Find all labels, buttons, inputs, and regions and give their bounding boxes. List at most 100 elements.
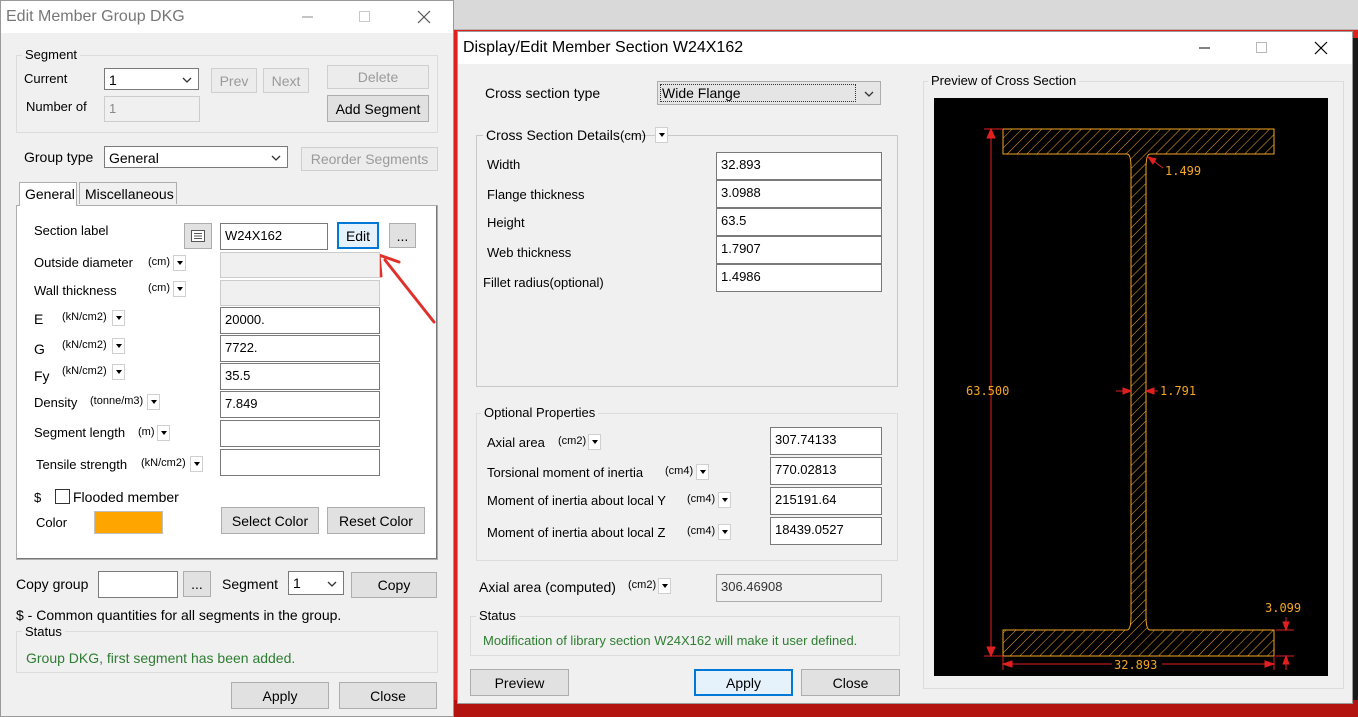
cross-section-type-select[interactable]: Wide Flange [657,81,881,105]
cross-section-details-unit-dropdown[interactable] [655,127,668,143]
section-browse-button[interactable]: ... [389,223,416,248]
fillet-radius-field[interactable]: 1.4986 [716,264,882,292]
width-label: Width [487,157,521,172]
preview-button[interactable]: Preview [470,669,569,696]
reset-color-button[interactable]: Reset Color [327,507,425,534]
cross-section-preview: 63.500 1.791 1.499 3.099 32.893 [934,98,1328,676]
cross-section-details-label: Cross Section Details [483,127,623,143]
delete-button[interactable]: Delete [327,65,429,89]
select-color-button[interactable]: Select Color [221,507,319,534]
close-window-button[interactable] [401,1,447,33]
inertia-z-field[interactable]: 18439.0527 [770,517,882,545]
density-unit: (tonne/m3) [90,395,144,407]
common-quantities-note: $ - Common quantities for all segments i… [16,607,342,623]
maximize-button[interactable] [1239,32,1285,64]
flooded-member-label: Flooded member [73,489,179,505]
inertia-z-unit-dropdown[interactable] [718,524,731,540]
common-quantity-marker: $ [34,490,42,505]
outside-diameter-unit-dropdown[interactable] [173,255,186,271]
next-button[interactable]: Next [263,68,309,93]
flange-dimension [1276,617,1294,670]
close-button[interactable]: Close [339,682,437,709]
status-message: Group DKG, first segment has been added. [26,650,296,666]
inertia-z-label: Moment of inertia about local Z [487,525,666,540]
axial-area-field[interactable]: 307.74133 [770,427,882,455]
group-type-select[interactable]: General [104,146,288,168]
outside-diameter-label: Outside diameter [34,255,133,270]
height-field[interactable]: 63.5 [716,208,882,236]
e-field[interactable]: 20000. [220,307,380,334]
copy-group-browse-button[interactable]: ... [183,571,211,597]
minimize-icon [302,16,313,18]
color-swatch [94,511,163,534]
section-list-button[interactable] [184,223,212,249]
inertia-y-unit-dropdown[interactable] [718,492,731,508]
wall-thickness-unit-dropdown[interactable] [173,281,186,297]
title-bar: Edit Member Group DKG [1,1,453,33]
web-thickness-label: Web thickness [487,245,572,260]
flange-thickness-field[interactable]: 3.0988 [716,180,882,208]
apply-button[interactable]: Apply [231,682,329,709]
add-segment-button[interactable]: Add Segment [327,95,429,122]
maximize-button[interactable] [342,1,388,33]
tab-miscellaneous[interactable]: Miscellaneous [79,182,177,204]
inertia-y-unit: (cm4) [687,493,716,505]
torsional-inertia-unit-dropdown[interactable] [696,464,709,480]
tab-general[interactable]: General [19,182,77,206]
minimize-button[interactable] [1182,32,1228,64]
axial-area-unit: (cm2) [558,435,587,447]
g-field[interactable]: 7722. [220,335,380,362]
flange-thickness-label: Flange thickness [487,187,585,202]
width-field[interactable]: 32.893 [716,152,882,180]
web-thickness-field[interactable]: 1.7907 [716,236,882,264]
edit-section-button[interactable]: Edit [337,222,379,249]
fillet-dimension-label: 1.499 [1165,164,1201,178]
prev-button[interactable]: Prev [211,68,257,93]
fy-unit: (kN/cm2) [62,365,107,377]
minimize-button[interactable] [285,1,331,33]
segment-length-unit-dropdown[interactable] [157,425,170,441]
close-window-button[interactable] [1298,32,1344,64]
density-unit-dropdown[interactable] [147,394,160,410]
current-segment-select[interactable]: 1 [104,68,199,90]
e-unit-dropdown[interactable] [112,310,125,326]
tensile-strength-unit-dropdown[interactable] [190,456,203,472]
section-label-field[interactable]: W24X162 [220,223,328,250]
torsional-inertia-field[interactable]: 770.02813 [770,457,882,485]
segment-group-label: Segment [22,47,81,62]
inertia-y-field[interactable]: 215191.64 [770,487,882,515]
annotation-arrow [377,253,436,324]
dialog-title: Display/Edit Member Section W24X162 [463,39,744,56]
background-toolbar [453,0,1358,30]
list-icon [191,230,205,242]
segment-length-field[interactable] [220,420,380,447]
maximize-icon [359,11,370,22]
tensile-strength-label: Tensile strength [36,457,128,472]
tensile-strength-field[interactable] [220,449,380,476]
copy-group-label: Copy group [16,576,89,592]
number-of-field[interactable]: 1 [104,96,200,122]
inertia-z-unit: (cm4) [687,525,716,537]
copy-segment-select[interactable]: 1 [288,571,344,595]
axial-area-computed-unit-dropdown[interactable] [658,578,671,594]
density-field[interactable]: 7.849 [220,391,380,418]
minimize-icon [1199,47,1210,49]
wall-thickness-field [220,280,380,306]
reorder-segments-button[interactable]: Reorder Segments [301,147,438,171]
g-unit-dropdown[interactable] [112,338,125,354]
web-dimension-label: 1.791 [1160,384,1196,398]
fy-field[interactable]: 35.5 [220,363,380,390]
fillet-dimension [1146,156,1164,169]
apply-button[interactable]: Apply [694,669,793,696]
flooded-member-checkbox[interactable] [55,489,70,504]
e-label: E [34,311,44,327]
copy-button[interactable]: Copy [351,572,437,598]
axial-area-unit-dropdown[interactable] [588,434,601,450]
axial-area-computed-label: Axial area (computed) [479,579,616,595]
copy-group-field[interactable] [98,571,178,598]
fy-unit-dropdown[interactable] [112,364,125,380]
wall-thickness-label: Wall thickness [34,283,117,298]
close-button[interactable]: Close [801,669,900,696]
close-icon [417,10,431,24]
preview-group-label: Preview of Cross Section [928,73,1080,88]
